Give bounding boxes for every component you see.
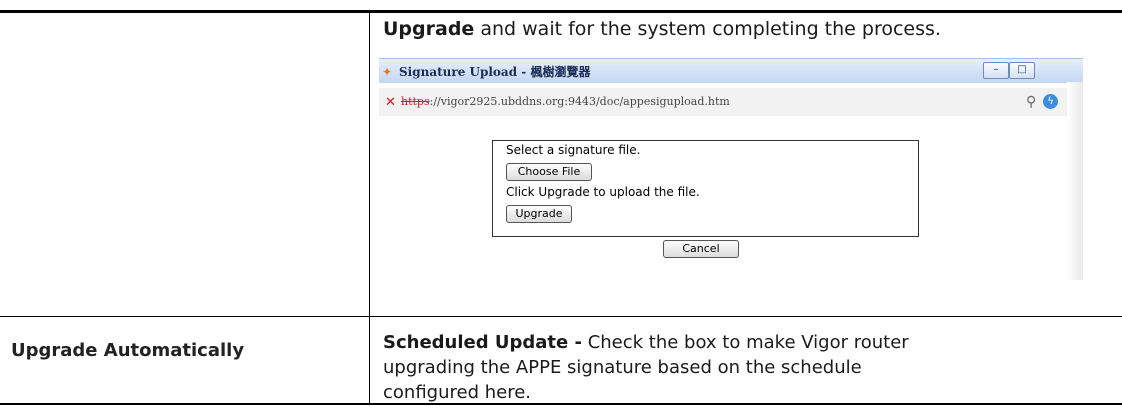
address-bar[interactable]: ✕ https://vigor2925.ubddns.org:9443/doc/… — [379, 88, 1083, 116]
table-top-rule — [0, 10, 1122, 13]
browser-logo-icon: ✦ — [382, 65, 393, 79]
upgrade-instruction-rest: and wait for the system completing the p… — [474, 18, 941, 40]
desc-line-3: configured here. — [383, 382, 531, 403]
window-title: Signature Upload - 楓樹瀏覽器 — [399, 65, 591, 79]
table-row-divider — [0, 316, 1122, 317]
scheduled-update-description: Scheduled Update - Check the box to make… — [383, 330, 1103, 405]
minimize-icon[interactable]: – — [983, 62, 1009, 79]
window-edge-shade — [1067, 82, 1083, 280]
desc-line-2: upgrading the APPE signature based on th… — [383, 357, 862, 378]
table-column-divider — [369, 13, 370, 403]
signature-upload-form: Select a signature file. Choose File Cli… — [492, 140, 919, 237]
address-protocol: https — [401, 95, 430, 108]
window-titlebar: ✦ Signature Upload - 楓樹瀏覽器 – □ — [379, 58, 1083, 83]
cancel-button[interactable]: Cancel — [663, 240, 739, 258]
upgrade-keyword: Upgrade — [383, 18, 475, 40]
desc-line-1: Check the box to make Vigor router — [581, 332, 909, 353]
select-file-text: Select a signature file. — [506, 143, 641, 157]
scheduled-update-term: Scheduled Update - — [383, 332, 582, 353]
upload-instruction-text: Click Upgrade to upload the file. — [506, 185, 700, 199]
address-path: ://vigor2925.ubddns.org:9443/doc/appesig… — [429, 95, 730, 108]
address-url: https://vigor2925.ubddns.org:9443/doc/ap… — [401, 95, 730, 108]
maximize-icon[interactable]: □ — [1009, 62, 1035, 79]
browser-action-icon[interactable]: ϟ — [1043, 94, 1058, 109]
zoom-icon[interactable]: ⚲ — [1026, 94, 1036, 110]
signature-upload-window: ✦ Signature Upload - 楓樹瀏覽器 – □ ✕ https:/… — [379, 58, 1083, 280]
choose-file-button[interactable]: Choose File — [506, 163, 592, 181]
upgrade-button[interactable]: Upgrade — [506, 205, 572, 223]
upgrade-automatically-label: Upgrade Automatically — [11, 340, 245, 361]
certificate-error-icon: ✕ — [385, 95, 396, 110]
upgrade-instruction: Upgrade and wait for the system completi… — [383, 18, 941, 40]
